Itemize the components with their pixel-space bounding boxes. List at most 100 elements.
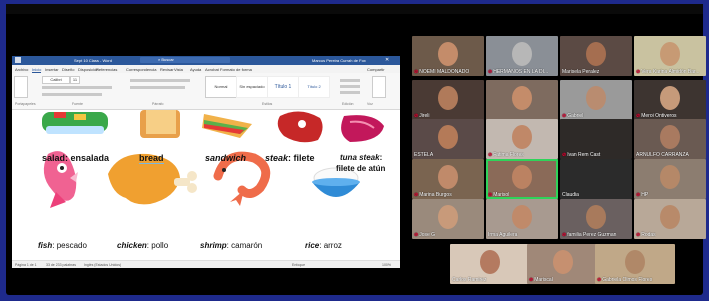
participant-tile[interactable]: ⊘Gabriela Olmos Flores [595,244,675,284]
ribbon: Calibri 11 Normal Sin espaciado Título 1… [12,73,400,110]
muted-mic-icon: ⊘ [414,232,419,238]
participant-tile[interactable]: ⊘Vera Karina Almidón Bar... [634,36,706,76]
close-icon[interactable]: ✕ [385,57,389,63]
participant-tile[interactable]: ⊘Gabriel [560,80,632,120]
participant-video [512,42,532,66]
muted-mic-icon: ⊘ [488,152,493,158]
participant-tile[interactable]: ESTELA [412,119,484,159]
participant-tile[interactable]: Marisela Peralez [560,36,632,76]
participant-tile[interactable]: Carlos Ramirez [450,244,530,284]
vocab-tuna-steak: tuna steak: [340,153,383,162]
participant-tile[interactable]: ARNULFO CARRANZA [634,119,706,159]
paragraph-buttons-2[interactable] [130,86,185,89]
participant-tile[interactable]: ⊘Meroi Ontiveros [634,80,706,120]
participant-tile[interactable]: ⊘Ivan Rem Cast [560,119,632,159]
participant-video [438,125,458,149]
menu-item-3[interactable]: Diseño [62,67,74,72]
participant-video [586,205,606,229]
sandwich-icon [202,114,252,138]
format-buttons[interactable] [42,86,112,89]
participant-name: ⊘HP [636,192,648,198]
group-clipboard: Portapapeles [15,102,36,106]
participant-name-text: Marisela Peralez [562,69,600,75]
muted-mic-icon: ⊘ [636,69,641,75]
participant-video [660,165,680,189]
status-zoom[interactable]: 100% [382,263,391,267]
participant-name-text: NOEMI MALDONADO [419,69,470,75]
participant-video [438,42,458,66]
bread-icon [140,110,180,138]
menu-item-10[interactable]: Acrobat [205,67,219,72]
participant-tile[interactable]: ⊘NOEMI MALDONADO [412,36,484,76]
participant-tile[interactable]: ⊘Rodas [634,199,706,239]
paragraph-buttons[interactable] [130,79,190,82]
menu-item-9[interactable]: Ayuda [190,67,201,72]
participant-tile[interactable]: ⊘familia Perez Guzman [560,199,632,239]
participant-name: ⊘Fatima Flores [488,152,524,158]
participant-name-text: Marina Burgos [419,192,452,198]
participant-tile[interactable]: ⊘Jireli [412,80,484,120]
edit-buttons[interactable] [340,79,360,82]
participant-tile[interactable]: ⊘HERMANOS EN LA DI... [486,36,558,76]
vocab-rice: rice: arroz [305,241,342,250]
muted-mic-icon: ⊘ [562,232,567,238]
participant-name-text: Vera Karina Almidón Bar... [641,69,700,75]
participant-name: ⊘Jose G [414,232,435,238]
participant-tile[interactable]: ⊘Marina Burgos [412,159,484,199]
participant-video [438,165,458,189]
shrimp-icon [213,151,271,206]
participant-name: ⊘HERMANOS EN LA DI... [488,69,548,75]
font-size-select[interactable]: 11 [70,76,80,84]
search-box[interactable]: ⌕ Buscar [140,57,230,63]
participant-name: ⊘Mariscal [529,277,553,283]
muted-mic-icon: ⊘ [414,192,419,198]
document-page[interactable]: salad: ensalada bread sandwich steak: fi… [12,110,400,260]
edit-buttons-2[interactable] [340,85,360,88]
participant-tile[interactable]: ⊘Jose G [412,199,484,239]
participant-tile[interactable]: Claudia [560,159,632,199]
participant-tile[interactable]: ⊘Mariscal [527,244,599,284]
participant-tile[interactable]: ⊘HP [634,159,706,199]
menu-item-2[interactable]: Insertar [45,67,59,72]
status-words: 33 de 233 palabras [46,263,76,267]
participant-name: ⊘familia Perez Guzman [562,232,616,238]
participant-name: ⊘Marisol [488,192,509,198]
style-heading-1[interactable]: Título 1 [267,76,299,98]
style-heading-2[interactable]: Título 2 [298,76,330,98]
menu-item-8[interactable]: Vista [174,67,183,72]
style-no-spacing[interactable]: Sin espaciado [236,76,268,98]
menu-item-0[interactable]: Archivo [15,67,28,72]
dictate-icon[interactable] [372,76,386,98]
menu-item-6[interactable]: Correspondencia [126,67,156,72]
edit-buttons-3[interactable] [340,91,360,94]
vocab-chicken: chicken: pollo [117,241,169,250]
participant-name-text: familia Perez Guzman [567,232,617,238]
participant-tile[interactable] [486,80,558,120]
participant-tile[interactable]: Irma Aguilera [486,199,558,239]
muted-mic-icon: ⊘ [636,232,641,238]
word-titlebar: Sept 10 Class - Word ⌕ Buscar Marcus Per… [12,56,400,65]
group-paragraph: Párrafo [152,102,164,106]
participant-video [512,165,532,189]
menu-item-11[interactable]: Formato de forma [220,67,252,72]
menu-item-5[interactable]: Referencias [96,67,117,72]
menu-item-7[interactable]: Revisar [160,67,174,72]
participant-tile[interactable]: ⊘Marisol [486,159,558,199]
participant-tile[interactable]: ⊘Fatima Flores [486,119,558,159]
vocab-tuna-steak-es: filete de atún [336,164,386,173]
group-styles: Estilos [262,102,273,106]
participant-name-text: HP [641,192,649,198]
share-button[interactable]: Compartir [367,67,385,72]
status-bar: Página 1 de 1 33 de 233 palabras Inglés … [12,260,400,268]
font-name-select[interactable]: Calibri [42,76,70,84]
format-buttons-2[interactable] [42,93,102,96]
salad-icon [42,112,108,134]
doc-title: Sept 10 Class - Word [74,58,112,63]
paste-icon[interactable] [14,76,28,98]
tuna-steak-icon [341,115,384,142]
style-normal[interactable]: Normal [205,76,237,98]
user-name: Marcus Pereira Currah de Fox [312,58,366,63]
status-focus[interactable]: Enfoque [292,263,305,267]
steak-icon [277,111,323,143]
group-editing: Edición [342,102,354,106]
